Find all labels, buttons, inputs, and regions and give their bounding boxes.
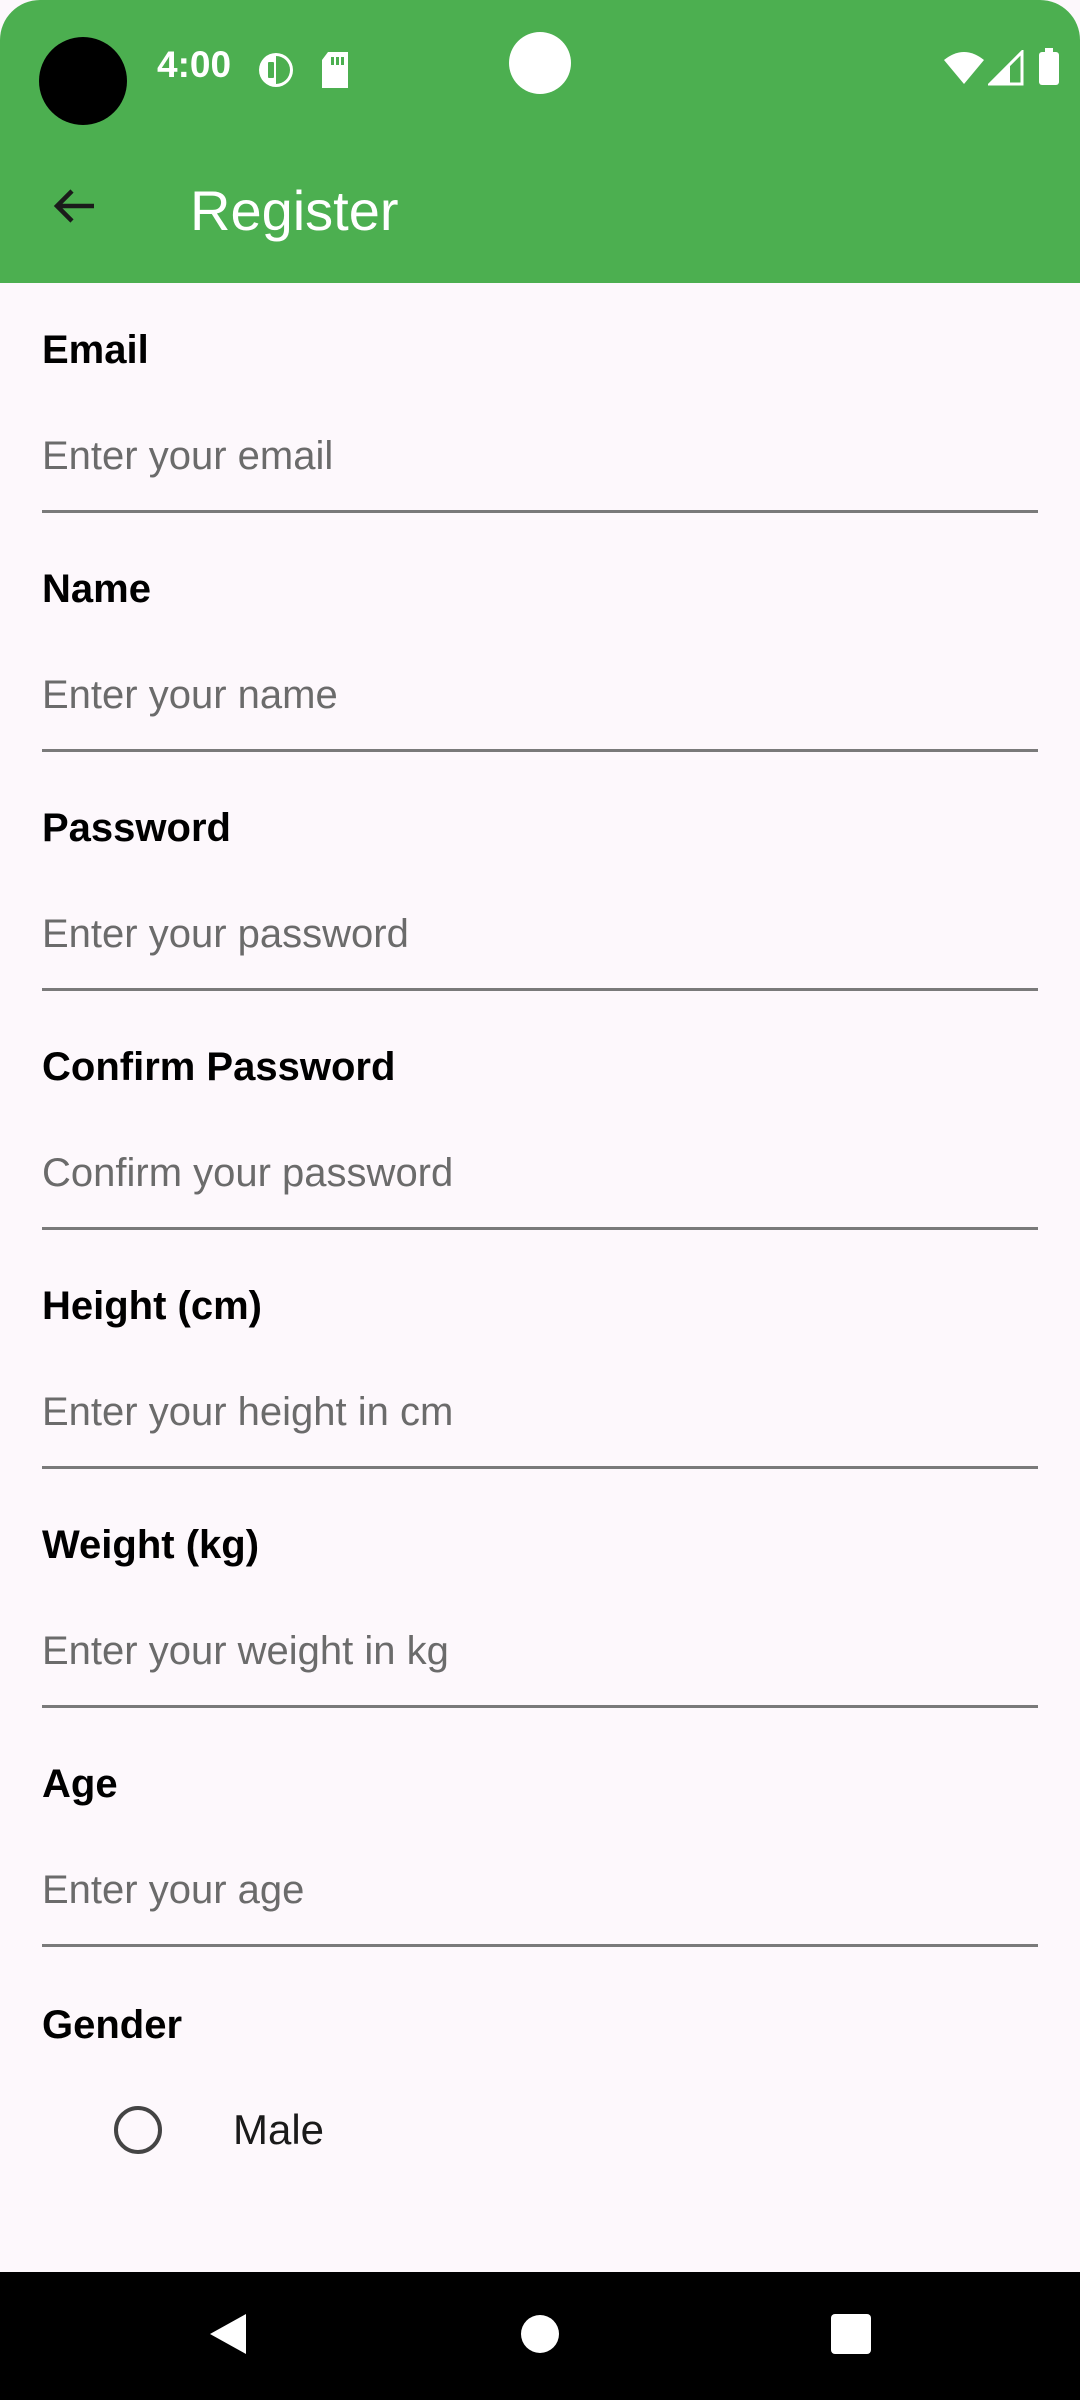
name-input[interactable] <box>42 642 1038 752</box>
recents-square-icon <box>830 2313 872 2360</box>
name-field-group: Name <box>42 522 1038 761</box>
camera-dot <box>509 32 571 94</box>
gender-label: Gender <box>42 2003 183 2047</box>
radio-button-unselected[interactable] <box>114 2106 162 2154</box>
gender-option-label: Male <box>233 2106 325 2153</box>
email-input[interactable] <box>42 403 1038 513</box>
battery-icon <box>1038 48 1060 91</box>
status-time: 4:00 <box>157 44 232 85</box>
name-label: Name <box>42 567 151 611</box>
height-label: Height (cm) <box>42 1284 262 1328</box>
nav-back-button[interactable] <box>188 2296 268 2376</box>
app-bar: Register <box>0 138 1080 283</box>
confirm-password-field-group: Confirm Password <box>42 1000 1038 1239</box>
email-label: Email <box>42 328 149 372</box>
email-field-group: Email <box>42 283 1038 522</box>
height-input[interactable] <box>42 1359 1038 1469</box>
confirm-password-label: Confirm Password <box>42 1045 396 1089</box>
password-field-group: Password <box>42 761 1038 1000</box>
weight-field-group: Weight (kg) <box>42 1478 1038 1717</box>
status-bar: 4:00 <box>0 0 1080 138</box>
age-label: Age <box>42 1762 118 1806</box>
password-label: Password <box>42 806 231 850</box>
data-saver-icon <box>256 50 296 95</box>
signal-icon <box>986 48 1024 91</box>
camera-cutout <box>39 37 127 125</box>
weight-label: Weight (kg) <box>42 1523 260 1567</box>
home-circle-icon <box>520 2314 560 2359</box>
height-field-group: Height (cm) <box>42 1239 1038 1478</box>
back-button[interactable] <box>24 158 124 258</box>
age-input[interactable] <box>42 1837 1038 1947</box>
gender-option-male[interactable]: Male <box>90 2085 324 2175</box>
register-form: Email Name Password Confirm Password Hei… <box>42 283 1038 1956</box>
arrow-back-icon <box>50 182 98 235</box>
nav-home-button[interactable] <box>500 2296 580 2376</box>
weight-input[interactable] <box>42 1598 1038 1708</box>
password-input[interactable] <box>42 881 1038 991</box>
system-nav-bar <box>0 2272 1080 2400</box>
nav-recents-button[interactable] <box>811 2296 891 2376</box>
sd-card-icon <box>320 50 352 95</box>
age-field-group: Age <box>42 1717 1038 1956</box>
page-title: Register <box>190 179 399 242</box>
wifi-icon <box>942 50 986 91</box>
confirm-password-input[interactable] <box>42 1120 1038 1230</box>
back-triangle-icon <box>206 2310 250 2363</box>
